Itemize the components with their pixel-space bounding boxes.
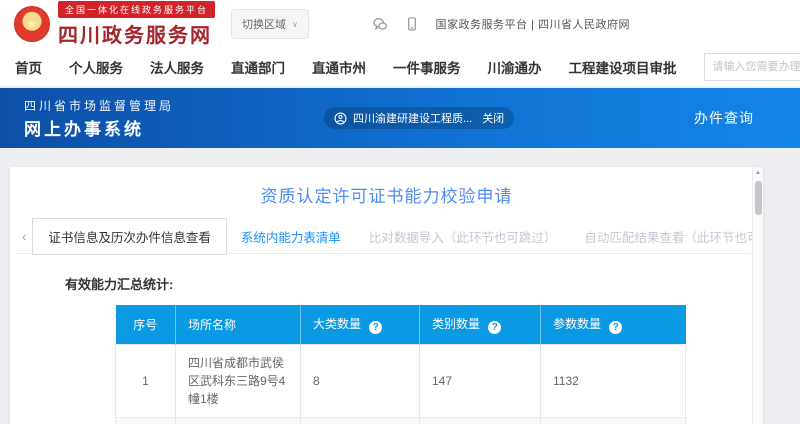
emblem-star-icon: ★ — [26, 16, 38, 32]
system-banner-titles: 四川省市场监督管理局 网上办事系统 — [24, 97, 174, 140]
col-header-major-count: 大类数量 ? — [301, 305, 420, 345]
help-icon[interactable]: ? — [369, 321, 382, 334]
help-icon[interactable]: ? — [488, 321, 501, 334]
cell-total-place — [176, 418, 301, 424]
capability-summary-table: 序号 场所名称 大类数量 ? 类别数量 ? 参数数量 ? — [115, 305, 686, 424]
cell-category-count: 147 — [420, 345, 541, 418]
tab-auto-match-result[interactable]: 自动匹配结果查看（此环节也可跳过） — [570, 219, 763, 254]
col-header-place: 场所名称 — [176, 305, 301, 345]
nav-item-cities[interactable]: 直通市州 — [312, 57, 366, 77]
table-row: 1 四川省成都市武侯区武科东三路9号4幢1楼 8 147 1132 — [116, 345, 686, 418]
nav-item-home[interactable]: 首页 — [15, 57, 42, 77]
user-name: 四川渝建研建设工程质... — [353, 110, 472, 126]
scroll-up-icon[interactable]: ▲ — [753, 170, 763, 176]
step-tabs: ‹ 证书信息及历次办件信息查看 系统内能力表清单 比对数据导入（此环节也可跳过）… — [16, 219, 751, 254]
wechat-icon[interactable] — [372, 16, 388, 32]
cell-total-label: 合计 — [116, 418, 176, 424]
top-header: ★ 全国一体化在线政务服务平台 四川政务服务网 切换区域 ∨ 国家政务服务平台 … — [0, 0, 800, 48]
logged-in-user-pill[interactable]: 四川渝建研建设工程质... 关闭 — [324, 107, 514, 129]
case-query-link[interactable]: 办件查询 — [694, 108, 754, 128]
mobile-icon[interactable] — [404, 16, 420, 32]
region-switch-button[interactable]: 切换区域 ∨ — [231, 9, 309, 39]
col-header-major-label: 大类数量 — [313, 317, 361, 331]
gov-platform-links[interactable]: 国家政务服务平台 | 四川省人民政府网 — [436, 16, 630, 32]
col-header-category-label: 类别数量 — [432, 317, 480, 331]
national-emblem-logo: ★ — [14, 6, 50, 42]
nav-item-personal-services[interactable]: 个人服务 — [69, 57, 123, 77]
top-right-links: 国家政务服务平台 | 四川省人民政府网 — [372, 16, 630, 32]
site-title: 四川政务服务网 — [58, 19, 215, 48]
nav-item-one-thing[interactable]: 一件事服务 — [393, 57, 461, 77]
table-header-row: 序号 场所名称 大类数量 ? 类别数量 ? 参数数量 ? — [116, 305, 686, 345]
col-header-seq: 序号 — [116, 305, 176, 345]
platform-ribbon: 全国一体化在线政务服务平台 — [58, 1, 215, 18]
nav-search: 检索 — [704, 53, 800, 81]
scrollbar-thumb[interactable] — [755, 181, 762, 215]
page: ★ 全国一体化在线政务服务平台 四川政务服务网 切换区域 ∨ 国家政务服务平台 … — [0, 0, 800, 424]
content-area: 资质认定许可证书能力校验申请 ‹ 证书信息及历次办件信息查看 系统内能力表清单 … — [0, 148, 800, 424]
region-switch-label: 切换区域 — [242, 16, 286, 32]
nav-item-legal-services[interactable]: 法人服务 — [150, 57, 204, 77]
summary-section-label: 有效能力汇总统计: — [65, 274, 763, 293]
cell-total-category: 147 — [420, 418, 541, 424]
chevron-down-icon: ∨ — [292, 20, 298, 29]
table-total-row: 合计 8 147 1132 — [116, 418, 686, 424]
site-brand: 全国一体化在线政务服务平台 四川政务服务网 — [58, 1, 215, 48]
tab-certificate-info[interactable]: 证书信息及历次办件信息查看 — [32, 218, 227, 255]
cell-total-param: 1132 — [541, 418, 686, 424]
help-icon[interactable]: ? — [609, 321, 622, 334]
cell-seq: 1 — [116, 345, 176, 418]
application-card: 资质认定许可证书能力校验申请 ‹ 证书信息及历次办件信息查看 系统内能力表清单 … — [10, 167, 763, 424]
col-header-category-count: 类别数量 ? — [420, 305, 541, 345]
user-icon — [334, 112, 347, 125]
system-banner: 四川省市场监督管理局 网上办事系统 四川渝建研建设工程质... 关闭 办件查询 — [0, 88, 800, 148]
col-header-param-count: 参数数量 ? — [541, 305, 686, 345]
bureau-name: 四川省市场监督管理局 — [24, 97, 174, 114]
cell-param-count: 1132 — [541, 345, 686, 418]
cell-major-count: 8 — [301, 345, 420, 418]
nav-item-chuanyu[interactable]: 川渝通办 — [488, 57, 542, 77]
page-title: 资质认定许可证书能力校验申请 — [10, 182, 763, 207]
tabs-prev-icon[interactable]: ‹ — [16, 229, 32, 244]
close-session-button[interactable]: 关闭 — [482, 110, 504, 126]
nav-item-departments[interactable]: 直通部门 — [231, 57, 285, 77]
cell-total-major: 8 — [301, 418, 420, 424]
search-input[interactable] — [704, 53, 800, 81]
system-name: 网上办事系统 — [24, 115, 174, 140]
nav-item-construction-approval[interactable]: 工程建设项目审批 — [569, 57, 677, 77]
card-scrollbar[interactable]: ▲ — [752, 167, 763, 424]
cell-place: 四川省成都市武侯区武科东三路9号4幢1楼 — [176, 345, 301, 418]
main-nav: 首页 个人服务 法人服务 直通部门 直通市州 一件事服务 川渝通办 工程建设项目… — [0, 48, 800, 88]
tab-data-import[interactable]: 比对数据导入（此环节也可跳过） — [355, 219, 571, 254]
tab-capability-list[interactable]: 系统内能力表清单 — [227, 219, 355, 254]
col-header-param-label: 参数数量 — [553, 317, 601, 331]
